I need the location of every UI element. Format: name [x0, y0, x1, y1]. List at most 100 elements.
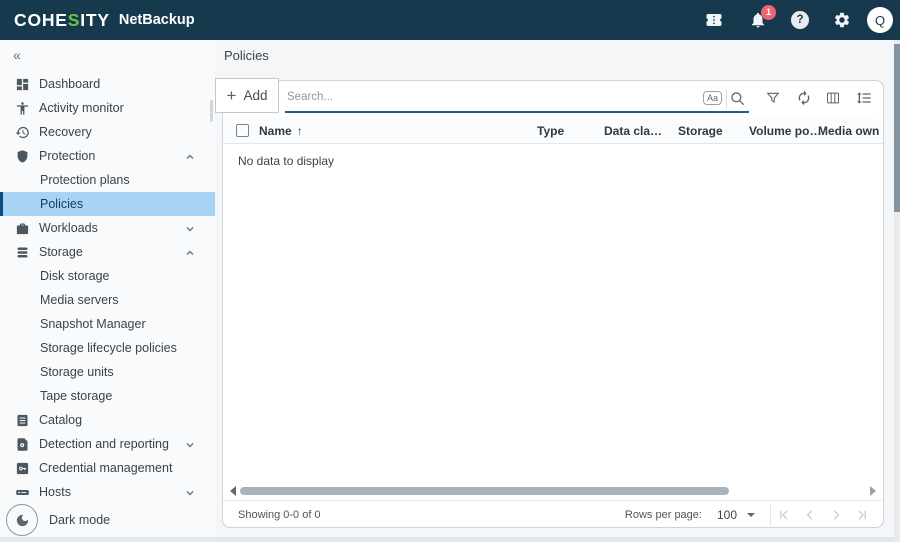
- rows-per-page-value[interactable]: 100: [717, 508, 737, 522]
- rows-per-page-caret-icon[interactable]: [747, 513, 755, 517]
- notification-badge: 1: [761, 5, 776, 20]
- columns-icon[interactable]: [819, 84, 847, 112]
- storage-disks-icon: [14, 244, 30, 260]
- sidebar-collapse-button[interactable]: «: [13, 47, 21, 63]
- help-icon[interactable]: ?: [791, 11, 809, 29]
- dark-mode-label: Dark mode: [49, 513, 110, 527]
- app-header: COHESITY NetBackup 1 ? Q: [0, 0, 900, 40]
- cohesity-logo: COHESITY: [14, 10, 110, 31]
- sidebar-item-label: Detection and reporting: [39, 437, 169, 451]
- ticket-icon[interactable]: [705, 11, 723, 29]
- search-field: Aa: [285, 86, 749, 113]
- sidebar-item-label: Storage units: [40, 365, 114, 379]
- sidebar-item-catalog[interactable]: Catalog: [0, 408, 215, 432]
- sidebar-item-credential-management[interactable]: Credential management: [0, 456, 215, 480]
- page-vertical-scrollbar: [894, 40, 900, 542]
- sidebar-item-label: Protection plans: [40, 173, 130, 187]
- sidebar-item-label: Hosts: [39, 485, 71, 499]
- sidebar-item-label: Policies: [40, 197, 83, 211]
- column-header-volume-pool[interactable]: Volume po…: [749, 124, 821, 138]
- chevron-up-icon: [185, 247, 195, 261]
- row-density-icon[interactable]: [850, 84, 878, 112]
- search-input[interactable]: [287, 91, 657, 103]
- chevron-down-icon: [185, 487, 195, 501]
- brand-logo: COHESITY NetBackup: [14, 0, 195, 40]
- sidebar-item-storage-lifecycle-policies[interactable]: Storage lifecycle policies: [0, 336, 215, 360]
- search-divider: [726, 89, 727, 108]
- user-avatar[interactable]: Q: [867, 7, 893, 33]
- previous-page-button[interactable]: [797, 501, 823, 528]
- plus-icon: +: [227, 87, 237, 104]
- detection-report-icon: [14, 436, 30, 452]
- empty-state-message: No data to display: [238, 154, 334, 168]
- sidebar-item-label: Dashboard: [39, 77, 100, 91]
- sidebar-item-label: Storage lifecycle policies: [40, 341, 177, 355]
- settings-gear-icon[interactable]: [833, 11, 851, 29]
- sort-ascending-icon: ↑: [297, 124, 303, 138]
- sidebar-nav: « Dashboard Activity monitor Recovery Pr…: [0, 40, 215, 542]
- sidebar-item-label: Protection: [39, 149, 95, 163]
- select-all-checkbox[interactable]: [236, 124, 249, 137]
- sidebar-item-label: Media servers: [40, 293, 119, 307]
- sidebar-item-label: Storage: [39, 245, 83, 259]
- page-bottom-edge: [0, 537, 900, 542]
- dark-mode-toggle[interactable]: Dark mode: [6, 504, 110, 536]
- moon-icon: [6, 504, 38, 536]
- sidebar-item-disk-storage[interactable]: Disk storage: [0, 264, 215, 288]
- add-button-label: Add: [243, 88, 267, 103]
- sidebar-item-label: Workloads: [39, 221, 98, 235]
- workloads-briefcase-icon: [14, 220, 30, 236]
- sidebar-item-protection[interactable]: Protection: [0, 144, 215, 168]
- sidebar-item-label: Snapshot Manager: [40, 317, 146, 331]
- sidebar-item-hosts[interactable]: Hosts: [0, 480, 215, 504]
- sidebar-item-media-servers[interactable]: Media servers: [0, 288, 215, 312]
- product-name: NetBackup: [119, 12, 195, 28]
- column-header-media-owner[interactable]: Media own: [818, 124, 879, 138]
- sidebar-item-label: Recovery: [39, 125, 92, 139]
- table-header-row: Name↑ Type Data cla… Storage Volume po… …: [223, 118, 883, 144]
- pagination-controls: Rows per page: 100: [625, 501, 875, 528]
- sidebar-item-label: Tape storage: [40, 389, 112, 403]
- horizontal-scrollbar: [223, 484, 883, 498]
- column-header-data-classification[interactable]: Data cla…: [604, 124, 662, 138]
- scroll-left-arrow-icon[interactable]: [230, 486, 236, 496]
- rows-per-page-label: Rows per page:: [625, 509, 702, 521]
- sidebar-item-activity-monitor[interactable]: Activity monitor: [0, 96, 215, 120]
- horizontal-scrollbar-thumb[interactable]: [240, 487, 729, 495]
- first-page-button[interactable]: [771, 501, 797, 528]
- search-icon[interactable]: [729, 90, 746, 107]
- table-footer: Showing 0-0 of 0 Rows per page: 100: [223, 500, 883, 527]
- add-button[interactable]: + Add: [215, 78, 279, 113]
- sidebar-item-recovery[interactable]: Recovery: [0, 120, 215, 144]
- column-header-storage[interactable]: Storage: [678, 124, 723, 138]
- sidebar-item-dashboard[interactable]: Dashboard: [0, 72, 215, 96]
- sidebar-item-snapshot-manager[interactable]: Snapshot Manager: [0, 312, 215, 336]
- hosts-server-icon: [14, 484, 30, 500]
- sidebar-items: Dashboard Activity monitor Recovery Prot…: [0, 72, 215, 504]
- match-case-toggle[interactable]: Aa: [703, 91, 722, 105]
- sidebar-item-storage-units[interactable]: Storage units: [0, 360, 215, 384]
- chevron-down-icon: [185, 439, 195, 453]
- page-vertical-scrollbar-thumb[interactable]: [894, 44, 900, 212]
- policies-table-card: + Add Aa Name↑ Type Data cla…: [222, 80, 884, 528]
- catalog-icon: [14, 412, 30, 428]
- last-page-button[interactable]: [849, 501, 875, 528]
- scroll-right-arrow-icon[interactable]: [870, 486, 876, 496]
- chevron-down-icon: [185, 223, 195, 237]
- showing-count-text: Showing 0-0 of 0: [238, 501, 321, 528]
- sidebar-item-label: Activity monitor: [39, 101, 124, 115]
- sidebar-item-tape-storage[interactable]: Tape storage: [0, 384, 215, 408]
- main-content: Policies + Add Aa Name↑ T: [215, 40, 900, 542]
- sidebar-item-workloads[interactable]: Workloads: [0, 216, 215, 240]
- sidebar-item-storage[interactable]: Storage: [0, 240, 215, 264]
- sidebar-item-protection-plans[interactable]: Protection plans: [0, 168, 215, 192]
- column-header-name[interactable]: Name↑: [259, 124, 303, 138]
- recovery-restore-icon: [14, 124, 30, 140]
- refresh-icon[interactable]: [790, 84, 818, 112]
- filter-icon[interactable]: [759, 84, 787, 112]
- notifications-bell-icon[interactable]: 1: [749, 11, 767, 29]
- sidebar-item-detection-reporting[interactable]: Detection and reporting: [0, 432, 215, 456]
- sidebar-item-policies[interactable]: Policies: [0, 192, 215, 216]
- column-header-type[interactable]: Type: [537, 124, 564, 138]
- next-page-button[interactable]: [823, 501, 849, 528]
